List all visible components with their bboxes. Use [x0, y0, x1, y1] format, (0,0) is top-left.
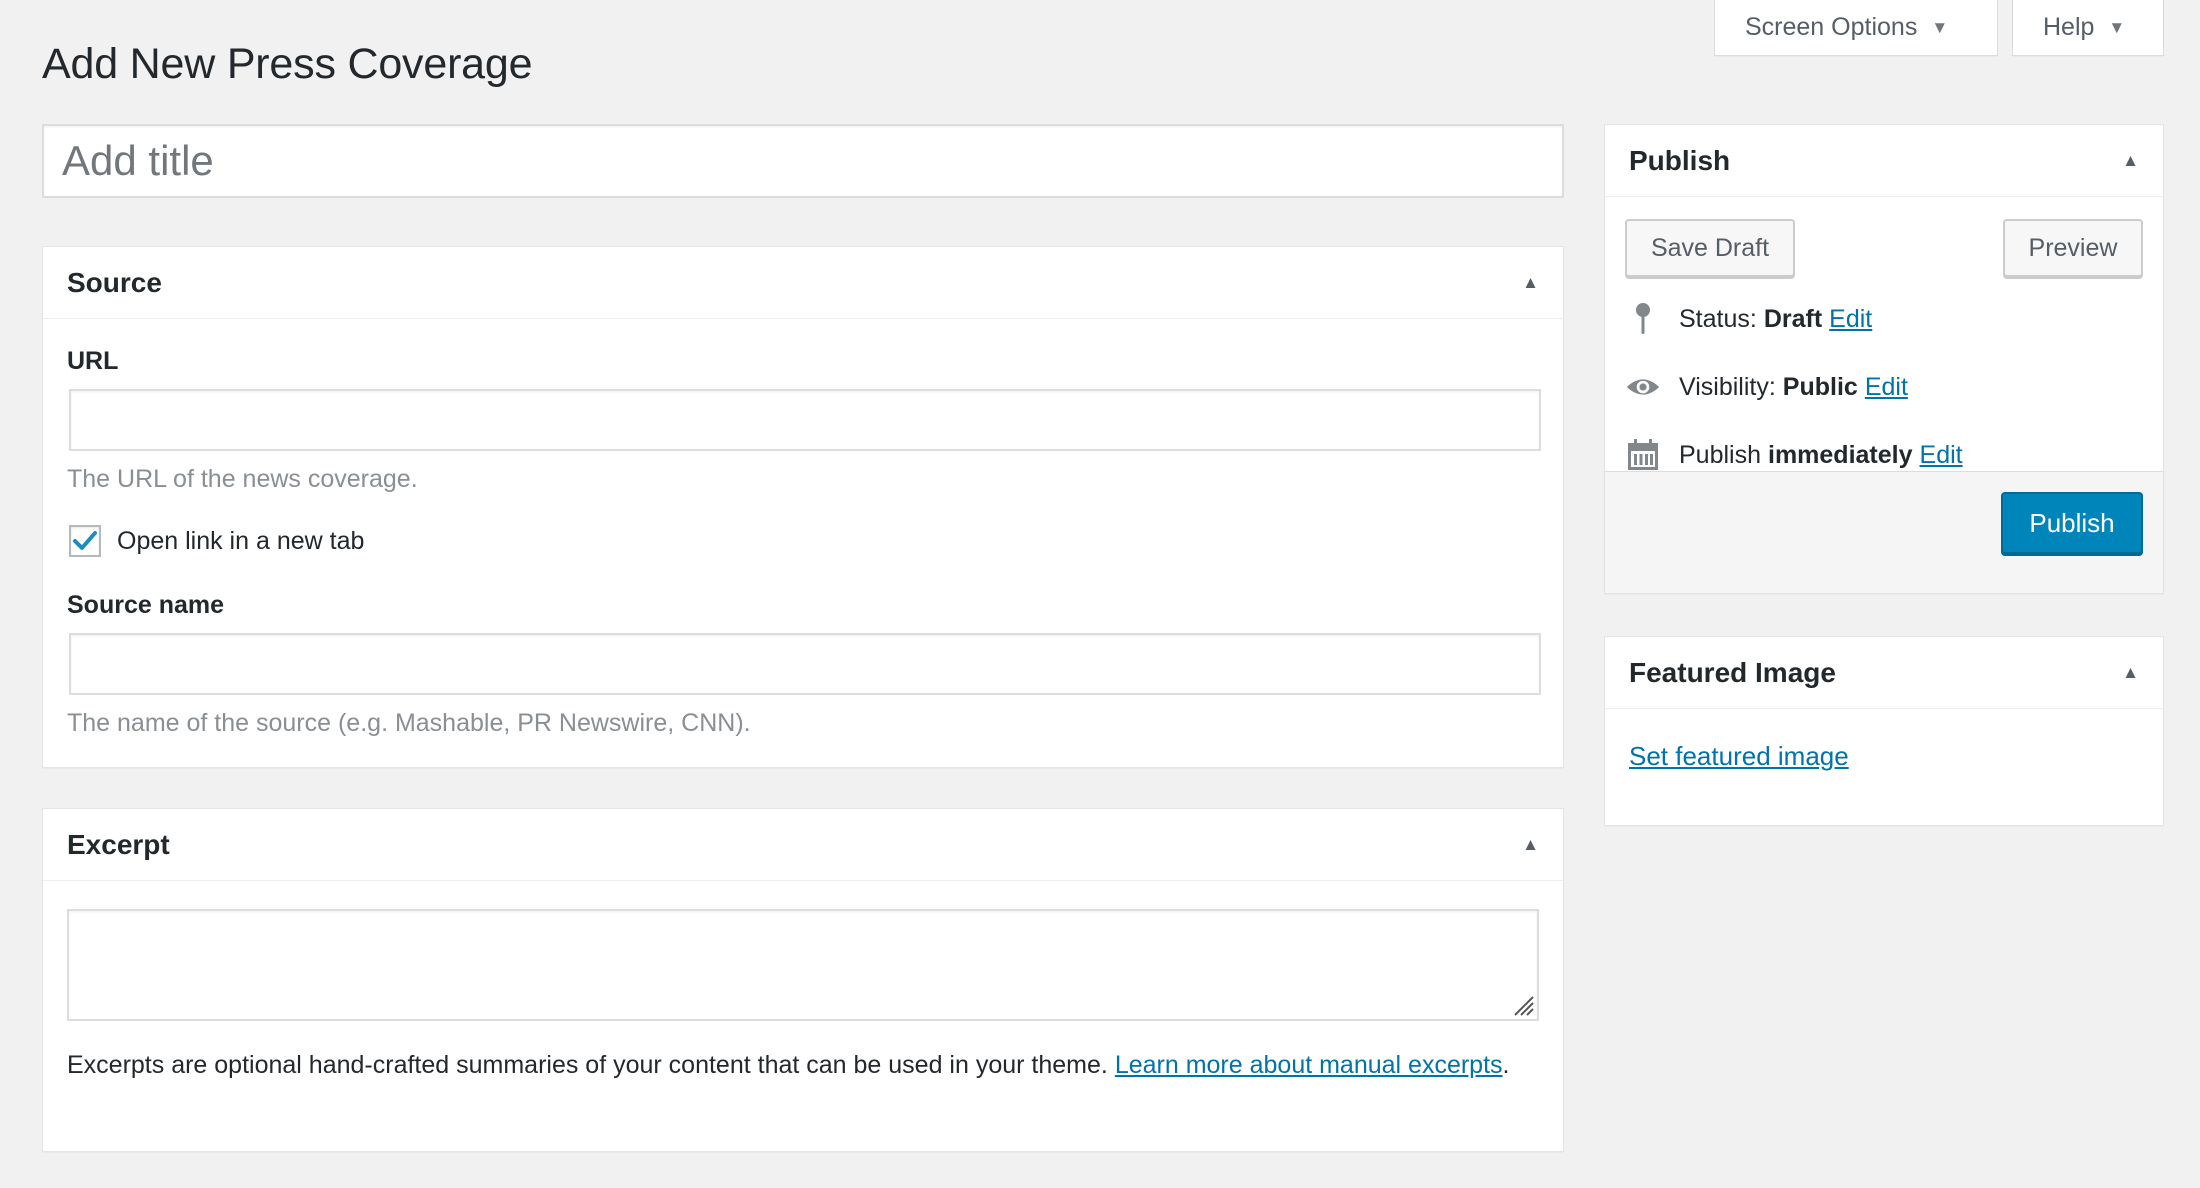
url-description: The URL of the news coverage. — [67, 465, 418, 493]
resize-handle-icon[interactable] — [1509, 991, 1535, 1017]
publish-metabox: Publish ▲ Save Draft Preview Status: Dra… — [1604, 124, 2164, 594]
visibility-value: Public — [1782, 372, 1858, 401]
eye-icon — [1625, 369, 1661, 405]
source-name-input[interactable] — [69, 633, 1541, 695]
calendar-icon — [1625, 437, 1661, 473]
excerpt-description: Excerpts are optional hand-crafted summa… — [67, 1045, 1547, 1085]
edit-status-link[interactable]: Edit — [1829, 305, 1872, 334]
screen-options-button[interactable]: Screen Options ▼ — [1714, 0, 1998, 56]
featured-image-metabox-header[interactable]: Featured Image ▲ — [1605, 637, 2163, 709]
help-label: Help — [2043, 13, 2095, 41]
publish-heading: Publish — [1629, 144, 1731, 176]
status-label: Status: — [1679, 304, 1757, 333]
checkmark-icon — [73, 531, 97, 550]
source-name-description: The name of the source (e.g. Mashable, P… — [67, 709, 751, 737]
caret-down-icon: ▼ — [1931, 17, 1949, 37]
arrow-up-icon[interactable]: ▲ — [2122, 151, 2139, 171]
excerpt-textarea[interactable] — [67, 909, 1539, 1021]
publish-schedule-value: immediately — [1768, 440, 1913, 469]
url-input[interactable] — [69, 389, 1541, 451]
publish-metabox-header[interactable]: Publish ▲ — [1605, 125, 2163, 197]
save-draft-button[interactable]: Save Draft — [1625, 219, 1795, 277]
learn-more-excerpts-link[interactable]: Learn more about manual excerpts — [1115, 1051, 1503, 1079]
edit-visibility-link[interactable]: Edit — [1865, 373, 1908, 402]
post-title-placeholder: Add title — [62, 137, 214, 184]
excerpt-metabox-header[interactable]: Excerpt ▲ — [43, 809, 1563, 881]
publish-button[interactable]: Publish — [2001, 492, 2143, 554]
post-title-input[interactable]: Add title — [42, 124, 1564, 198]
visibility-row: Visibility: Public Edit — [1625, 369, 1908, 405]
featured-image-heading: Featured Image — [1629, 656, 1836, 688]
pin-icon — [1625, 301, 1661, 337]
excerpt-metabox: Excerpt ▲ Excerpts are optional hand-cra… — [42, 808, 1564, 1152]
preview-button[interactable]: Preview — [2003, 219, 2143, 277]
publish-actions: Publish — [1605, 471, 2163, 593]
featured-image-metabox: Featured Image ▲ Set featured image — [1604, 636, 2164, 826]
edit-schedule-link[interactable]: Edit — [1920, 441, 1963, 470]
status-row: Status: Draft Edit — [1625, 301, 1872, 337]
help-button[interactable]: Help ▼ — [2012, 0, 2164, 56]
excerpt-description-text: Excerpts are optional hand-crafted summa… — [67, 1051, 1108, 1079]
arrow-up-icon[interactable]: ▲ — [1522, 273, 1539, 293]
page-title: Add New Press Coverage — [42, 40, 533, 88]
set-featured-image-link[interactable]: Set featured image — [1629, 741, 1849, 772]
source-heading: Source — [67, 266, 162, 298]
schedule-row: Publish immediately Edit — [1625, 437, 1963, 473]
excerpt-description-period: . — [1502, 1051, 1510, 1079]
preview-label: Preview — [2028, 233, 2118, 262]
arrow-up-icon[interactable]: ▲ — [1522, 835, 1539, 855]
screen-options-label: Screen Options — [1745, 13, 1918, 41]
source-metabox-header[interactable]: Source ▲ — [43, 247, 1563, 319]
new-tab-checkbox[interactable] — [69, 525, 101, 557]
url-label: URL — [67, 347, 119, 375]
visibility-label: Visibility: — [1679, 372, 1776, 401]
excerpt-heading: Excerpt — [67, 828, 170, 860]
status-value: Draft — [1763, 304, 1823, 333]
caret-down-icon: ▼ — [2108, 17, 2126, 37]
new-tab-label: Open link in a new tab — [117, 527, 365, 555]
publish-schedule-label: Publish — [1679, 440, 1761, 469]
arrow-up-icon[interactable]: ▲ — [2122, 663, 2139, 683]
source-metabox: Source ▲ URL The URL of the news coverag… — [42, 246, 1564, 768]
source-name-label: Source name — [67, 591, 225, 619]
publish-button-label: Publish — [2029, 507, 2115, 538]
save-draft-label: Save Draft — [1650, 233, 1770, 262]
